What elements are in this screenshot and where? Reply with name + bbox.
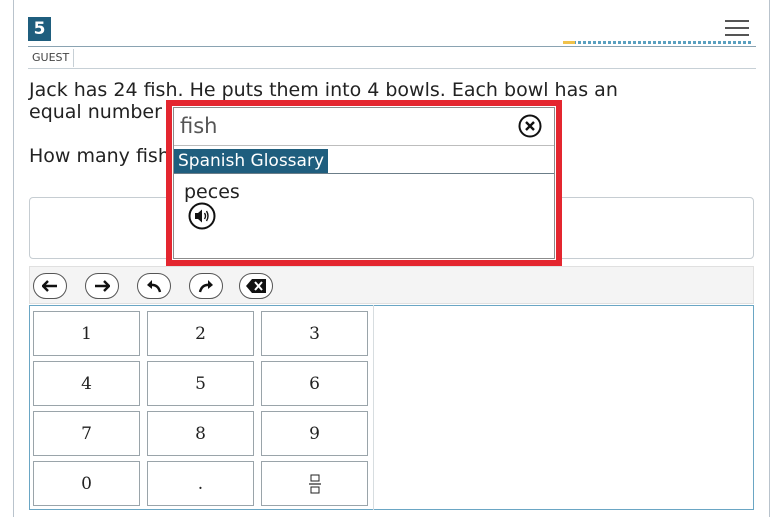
backspace-icon (246, 279, 266, 293)
key-fraction[interactable] (261, 461, 368, 506)
key-4[interactable]: 4 (33, 361, 140, 406)
play-audio-button[interactable] (188, 202, 216, 230)
hamburger-menu-icon[interactable] (725, 19, 749, 37)
right-arrow-button[interactable] (85, 273, 119, 299)
glossary-translation: peces (184, 181, 240, 203)
close-glossary-button[interactable] (518, 114, 542, 138)
question-number-badge: 5 (28, 17, 51, 41)
key-9[interactable]: 9 (261, 411, 368, 456)
key-0[interactable]: 0 (33, 461, 140, 506)
tab-spanish-glossary[interactable]: Spanish Glossary (174, 149, 329, 173)
progress-current (563, 41, 575, 44)
fraction-icon (308, 474, 321, 493)
left-arrow-button[interactable] (33, 273, 67, 299)
key-7[interactable]: 7 (33, 411, 140, 456)
key-decimal[interactable]: . (147, 461, 254, 506)
keypad-divider (373, 305, 374, 510)
equation-toolbar (29, 266, 754, 304)
close-icon (518, 114, 542, 138)
stem-line-1: Jack has 24 fish. He puts them into 4 bo… (29, 79, 618, 101)
left-arrow-icon (42, 280, 57, 292)
progress-bar (563, 41, 753, 44)
header-divider (28, 46, 756, 47)
key-3[interactable]: 3 (261, 311, 368, 356)
key-6[interactable]: 6 (261, 361, 368, 406)
speaker-icon (188, 202, 216, 230)
glossary-separator (174, 145, 554, 146)
user-label: GUEST (28, 49, 75, 67)
undo-icon (147, 280, 162, 293)
redo-button[interactable] (189, 273, 223, 299)
right-arrow-icon (95, 280, 110, 292)
subheader-divider (28, 68, 756, 69)
key-5[interactable]: 5 (147, 361, 254, 406)
key-2[interactable]: 2 (147, 311, 254, 356)
backspace-button[interactable] (239, 273, 273, 299)
glossary-popup: fish Spanish Glossary peces (166, 100, 562, 266)
glossary-tab-underline (174, 173, 554, 174)
glossary-term: fish (180, 114, 218, 138)
key-8[interactable]: 8 (147, 411, 254, 456)
glossary-popup-body: fish Spanish Glossary peces (173, 107, 555, 259)
key-1[interactable]: 1 (33, 311, 140, 356)
redo-icon (198, 280, 213, 293)
undo-button[interactable] (137, 273, 171, 299)
